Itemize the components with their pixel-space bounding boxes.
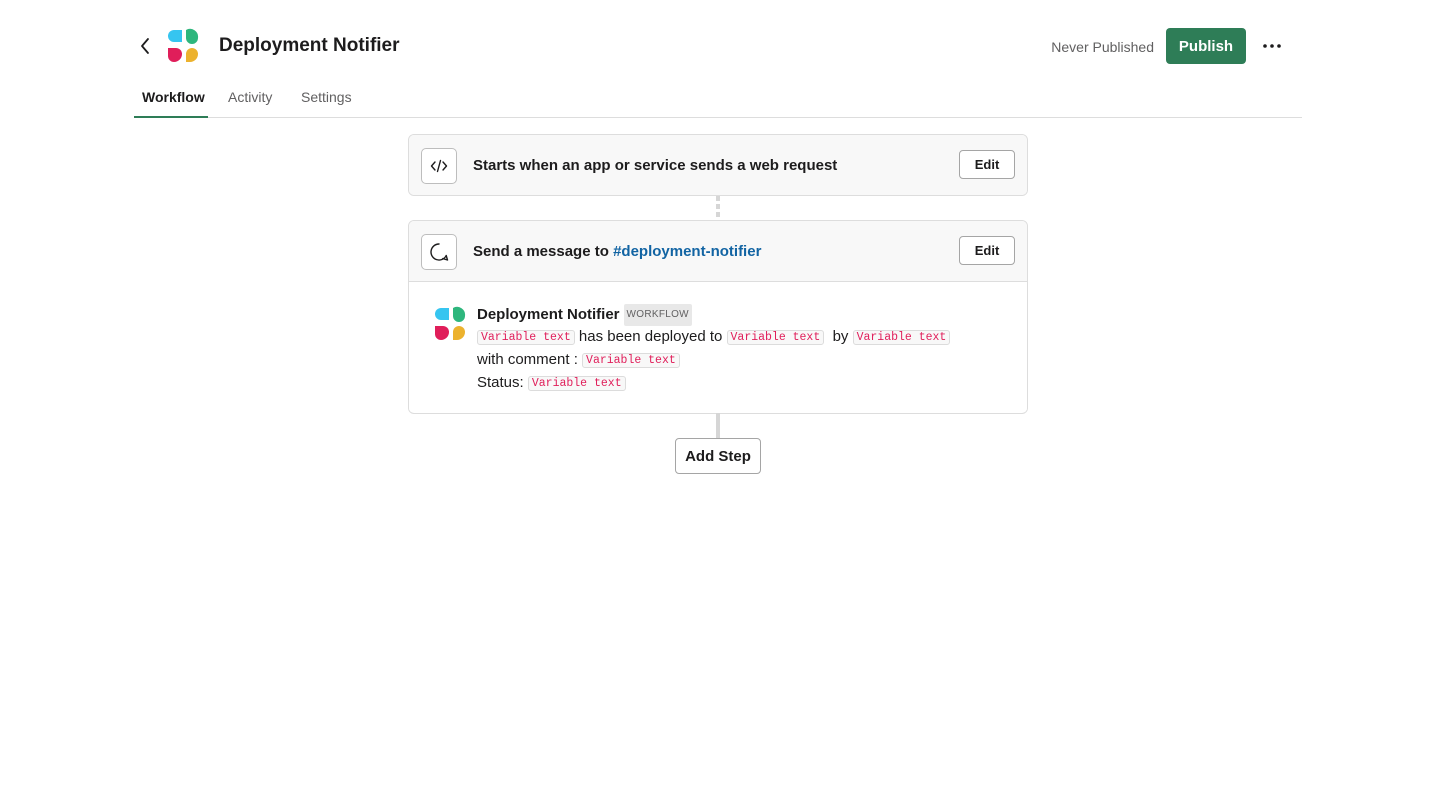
back-button[interactable] <box>134 34 156 58</box>
message-text: with comment : <box>477 351 578 368</box>
tab-bar: Workflow Activity Settings <box>134 80 1302 118</box>
add-step-button[interactable]: Add Step <box>675 438 761 474</box>
variable-token: Variable text <box>527 376 626 391</box>
edit-trigger-button[interactable]: Edit <box>959 150 1015 179</box>
message-line-2: with comment : Variable text <box>477 350 680 371</box>
message-text: has been deployed to <box>578 328 723 345</box>
variable-token: Variable text <box>477 330 575 345</box>
chevron-left-icon <box>141 38 149 54</box>
workflow-header: Deployment Notifier Never Published Publ… <box>134 0 1302 118</box>
workflow-badge: WORKFLOW <box>623 304 692 326</box>
message-line-1: Variable text has been deployed to Varia… <box>477 327 951 348</box>
active-tab-indicator <box>134 116 208 118</box>
publish-status-text: Never Published <box>1051 39 1154 55</box>
message-bubble-icon <box>421 234 457 270</box>
variable-token: Variable text <box>726 330 825 345</box>
more-options-button[interactable] <box>1260 34 1284 58</box>
variable-token: Variable text <box>582 353 680 368</box>
workflow-logo-icon <box>168 28 199 62</box>
more-horizontal-icon <box>1263 44 1281 48</box>
message-line-3: Status: Variable text <box>477 373 626 394</box>
workflow-avatar-icon <box>435 306 466 340</box>
code-icon <box>421 148 457 184</box>
add-step-connector <box>716 413 720 438</box>
message-step-header: Send a message to #deployment-notifier E… <box>409 221 1027 281</box>
message-preview: Deployment Notifier WORKFLOW Variable tex… <box>409 281 1027 412</box>
message-author-name: Deployment Notifier <box>477 306 620 323</box>
message-author: Deployment Notifier WORKFLOW <box>477 304 692 326</box>
tab-activity[interactable]: Activity <box>228 88 272 106</box>
page-title: Deployment Notifier <box>219 35 400 56</box>
step-connector <box>716 196 720 220</box>
message-step-card: Send a message to #deployment-notifier E… <box>408 220 1028 414</box>
edit-message-button[interactable]: Edit <box>959 236 1015 265</box>
message-step-prefix: Send a message to <box>473 243 609 260</box>
channel-link[interactable]: #deployment-notifier <box>613 243 761 260</box>
publish-button[interactable]: Publish <box>1166 28 1246 64</box>
tab-settings[interactable]: Settings <box>301 88 352 106</box>
message-text: by <box>832 328 849 345</box>
message-step-title: Send a message to #deployment-notifier <box>473 242 761 262</box>
trigger-step-title: Starts when an app or service sends a we… <box>473 157 838 174</box>
message-text: Status: <box>477 374 524 391</box>
trigger-step-card: Starts when an app or service sends a we… <box>408 134 1028 196</box>
tab-workflow[interactable]: Workflow <box>142 88 205 106</box>
variable-token: Variable text <box>852 330 951 345</box>
trigger-step-header: Starts when an app or service sends a we… <box>409 135 1027 195</box>
